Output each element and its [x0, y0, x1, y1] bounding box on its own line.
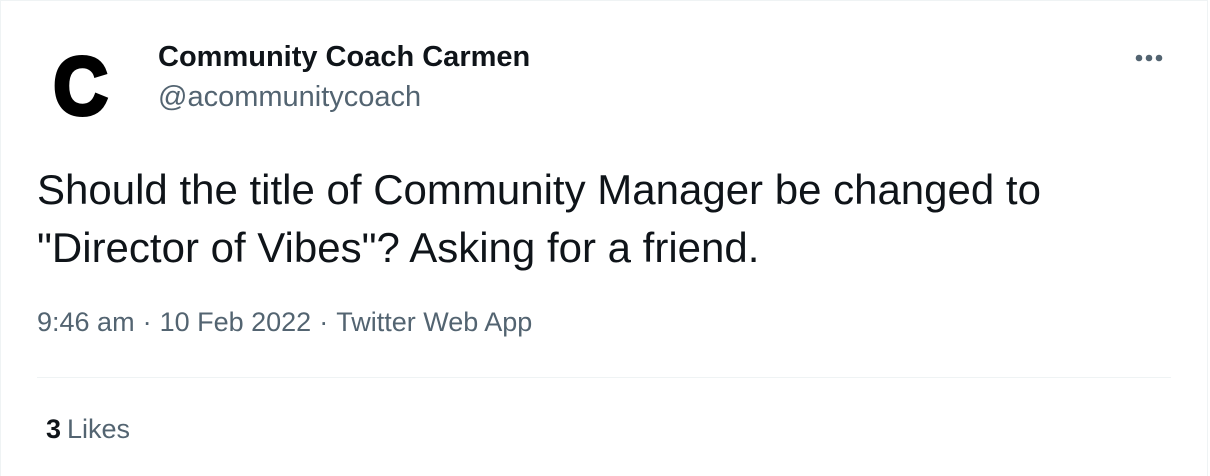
tweet-text: Should the title of Community Manager be… — [37, 166, 1041, 271]
avatar[interactable]: C — [37, 41, 125, 132]
likes-label: Likes — [67, 414, 131, 444]
more-options-button[interactable] — [1125, 37, 1173, 79]
tweet-meta: 9:46 am · 10 Feb 2022 · Twitter Web App — [37, 307, 532, 338]
meta-separator: · — [142, 307, 152, 337]
avatar-logo-letter: C — [52, 41, 110, 132]
author-handle[interactable]: @acommunitycoach — [158, 81, 421, 114]
tweet-date[interactable]: 10 Feb 2022 — [160, 307, 312, 338]
likes-stat[interactable]: 3 Likes — [46, 414, 130, 445]
tweet-time[interactable]: 9:46 am — [37, 307, 135, 338]
likes-count: 3 — [46, 414, 62, 444]
divider — [37, 377, 1171, 378]
tweet-source[interactable]: Twitter Web App — [336, 307, 532, 338]
more-horizontal-icon — [1135, 54, 1163, 62]
author-display-name[interactable]: Community Coach Carmen — [158, 41, 530, 74]
tweet-card: C Community Coach Carmen @acommunitycoac… — [0, 0, 1208, 476]
meta-separator: · — [319, 307, 329, 337]
